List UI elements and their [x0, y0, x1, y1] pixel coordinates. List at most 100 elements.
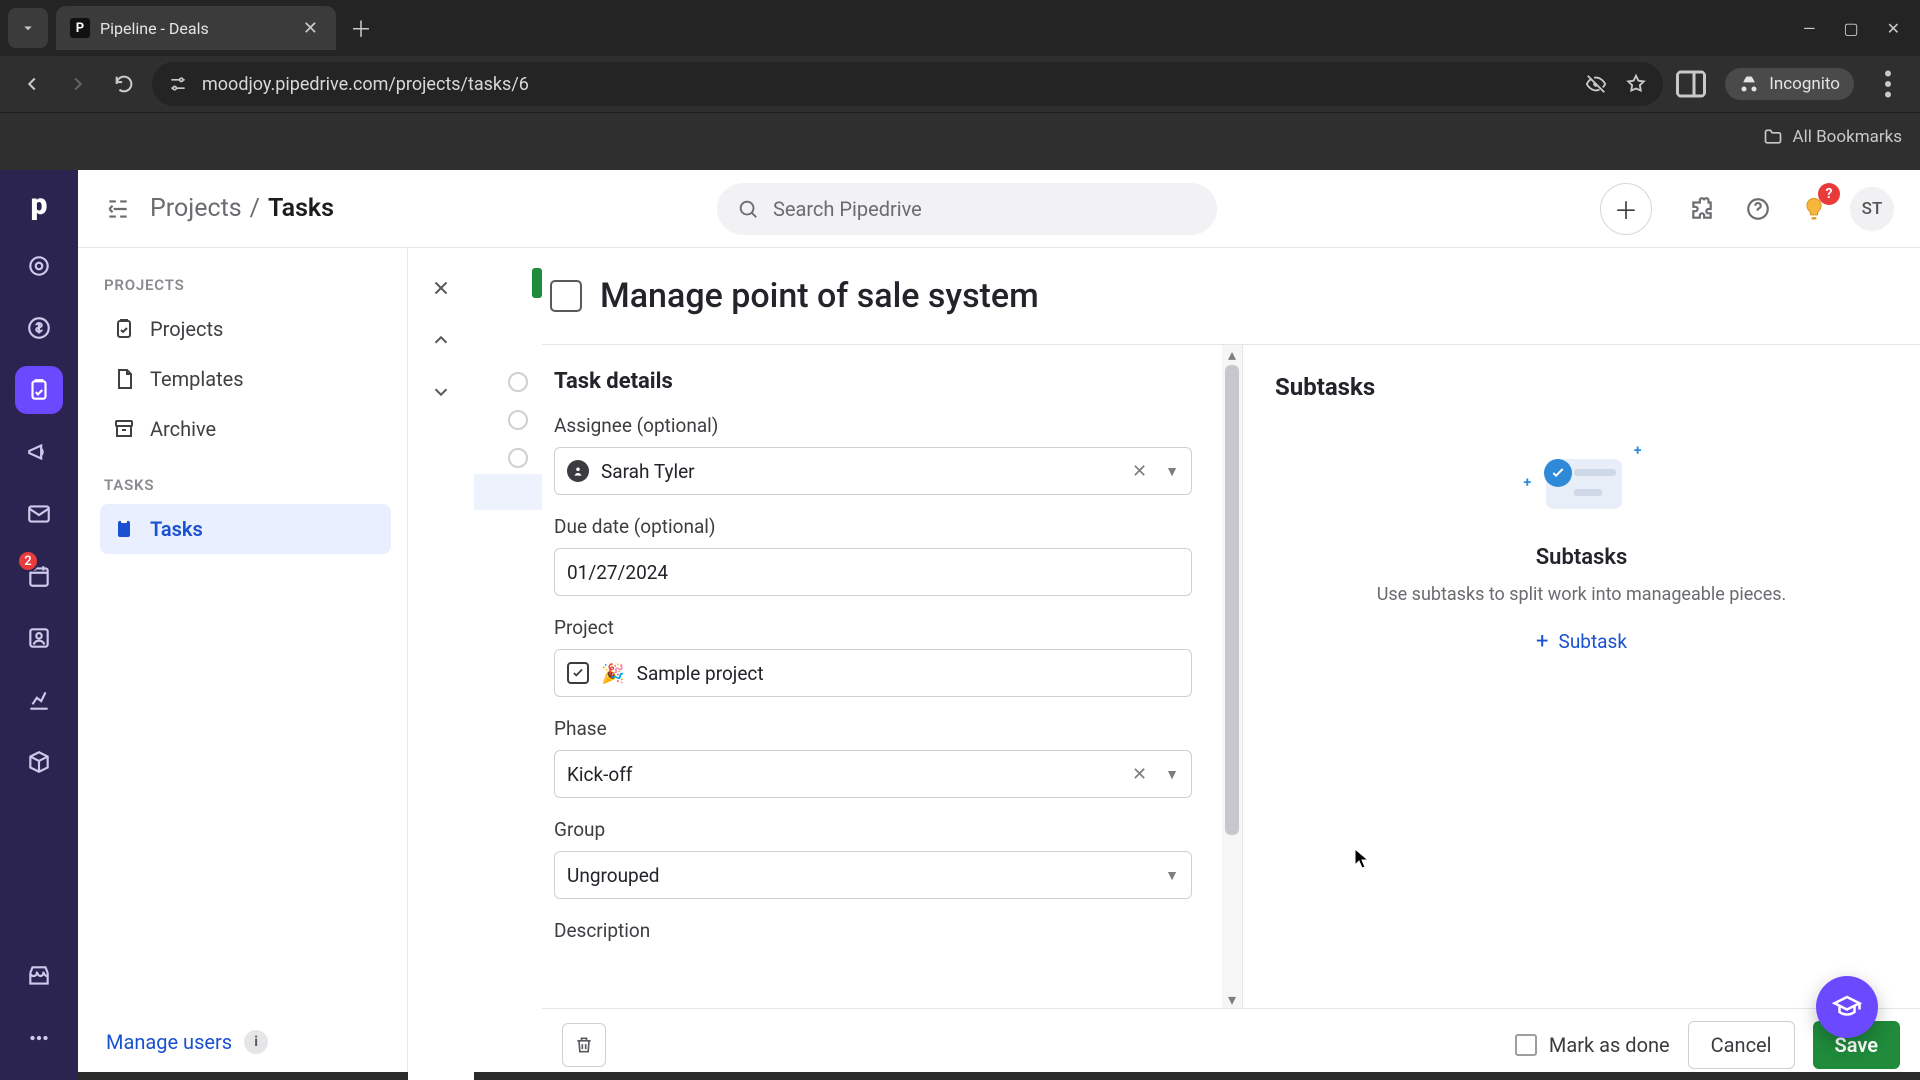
- sidebar-item-archive[interactable]: Archive: [100, 404, 391, 454]
- chart-icon: [26, 687, 52, 713]
- rail-item-campaigns[interactable]: [15, 428, 63, 476]
- manage-users-link[interactable]: Manage users: [106, 1030, 232, 1054]
- nav-forward-button[interactable]: [60, 66, 96, 102]
- sidebar-item-tasks[interactable]: Tasks: [100, 504, 391, 554]
- close-icon: [430, 277, 452, 299]
- incognito-label: Incognito: [1769, 74, 1840, 94]
- chevron-down-icon[interactable]: ▼: [1165, 766, 1179, 783]
- panel-close-button[interactable]: [419, 266, 463, 310]
- task-panel: Manage point of sale system Task details…: [408, 248, 1920, 1080]
- window-maximize-icon[interactable]: ▢: [1843, 19, 1858, 38]
- task-complete-checkbox[interactable]: [550, 280, 582, 312]
- bookmark-star-icon[interactable]: [1625, 73, 1647, 95]
- url-text: moodjoy.pipedrive.com/projects/tasks/6: [202, 74, 529, 95]
- window-close-icon[interactable]: ✕: [1887, 19, 1900, 38]
- rail-item-insights[interactable]: [15, 676, 63, 724]
- site-settings-icon[interactable]: [168, 74, 188, 94]
- description-label: Description: [554, 919, 1192, 942]
- rail-item-marketplace[interactable]: [15, 952, 63, 1000]
- app-logo[interactable]: p: [15, 180, 63, 228]
- chevron-down-icon[interactable]: ▼: [1165, 463, 1179, 480]
- rail-item-mail[interactable]: [15, 490, 63, 538]
- group-select[interactable]: Ungrouped ▼: [554, 851, 1192, 899]
- due-date-value[interactable]: [567, 561, 1179, 584]
- new-tab-button[interactable]: ＋: [336, 12, 386, 44]
- tab-search-dropdown[interactable]: [8, 8, 48, 48]
- info-icon[interactable]: i: [244, 1030, 268, 1054]
- tab-favicon: P: [70, 18, 90, 38]
- sidebar-item-templates[interactable]: Templates: [100, 354, 391, 404]
- panel-header: Manage point of sale system: [542, 248, 1920, 345]
- clear-assignee-button[interactable]: ✕: [1126, 461, 1153, 482]
- browser-menu-icon[interactable]: [1870, 66, 1906, 102]
- eye-off-icon[interactable]: [1585, 73, 1607, 95]
- task-details-scroll[interactable]: Task details Assignee (optional) Sarah T…: [542, 345, 1222, 1008]
- more-icon: [26, 1025, 52, 1051]
- rail-item-calendar[interactable]: 2: [15, 552, 63, 600]
- extensions-button[interactable]: [1682, 189, 1722, 229]
- incognito-indicator[interactable]: Incognito: [1725, 68, 1854, 100]
- rail-item-deals[interactable]: [15, 304, 63, 352]
- help-button[interactable]: [1738, 189, 1778, 229]
- user-avatar[interactable]: ST: [1850, 187, 1894, 231]
- window-controls: — ▢ ✕: [1803, 19, 1912, 38]
- subtasks-illustration: + +: [1522, 431, 1642, 531]
- nav-back-button[interactable]: [14, 66, 50, 102]
- field-due-date: Due date (optional): [554, 515, 1192, 596]
- all-bookmarks-label[interactable]: All Bookmarks: [1793, 127, 1902, 147]
- breadcrumb-root[interactable]: Projects: [150, 194, 242, 223]
- contacts-icon: [26, 625, 52, 651]
- scrollbar-up-arrow[interactable]: ▴: [1226, 347, 1238, 361]
- search-placeholder: Search Pipedrive: [773, 197, 922, 221]
- task-title[interactable]: Manage point of sale system: [600, 276, 1039, 316]
- background-task-list: [474, 248, 542, 1080]
- due-date-input[interactable]: [554, 548, 1192, 596]
- panel-prev-button[interactable]: [419, 318, 463, 362]
- phase-select[interactable]: Kick-off ✕ ▼: [554, 750, 1192, 798]
- breadcrumb-separator: /: [250, 194, 260, 223]
- due-date-label: Due date (optional): [554, 515, 1192, 538]
- field-phase: Phase Kick-off ✕ ▼: [554, 717, 1192, 798]
- topbar: Projects / Tasks Search Pipedrive ＋: [78, 170, 1920, 248]
- task-details-heading: Task details: [554, 369, 1192, 394]
- sparkle-icon: +: [1524, 475, 1532, 491]
- tab-close-icon[interactable]: ✕: [299, 18, 322, 39]
- rail-item-products[interactable]: [15, 738, 63, 786]
- group-value: Ungrouped: [567, 864, 660, 887]
- scrollbar-down-arrow[interactable]: ▾: [1226, 992, 1238, 1006]
- sales-assistant-button[interactable]: ?: [1794, 189, 1834, 229]
- field-group: Group Ungrouped ▼: [554, 818, 1192, 899]
- browser-tab[interactable]: P Pipeline - Deals ✕: [56, 6, 336, 50]
- puzzle-icon: [1689, 196, 1715, 222]
- add-subtask-button[interactable]: + Subtask: [1536, 629, 1627, 654]
- side-panel-icon[interactable]: [1673, 66, 1709, 102]
- project-select[interactable]: 🎉 Sample project: [554, 649, 1192, 697]
- add-subtask-label: Subtask: [1559, 630, 1627, 653]
- help-fab[interactable]: [1816, 976, 1878, 1038]
- mark-as-done-checkbox[interactable]: Mark as done: [1515, 1033, 1670, 1057]
- ghost-task-checkbox: [508, 410, 528, 430]
- clipboard-icon: [26, 377, 52, 403]
- chevron-down-icon[interactable]: ▼: [1165, 867, 1179, 884]
- global-search[interactable]: Search Pipedrive: [717, 183, 1217, 235]
- panel-next-button[interactable]: [419, 370, 463, 414]
- sidebar-toggle-button[interactable]: [104, 195, 132, 223]
- sidebar-item-projects[interactable]: Projects: [100, 304, 391, 354]
- subtasks-empty-state: + + Subtasks: [1275, 431, 1888, 654]
- rail-item-more[interactable]: [15, 1014, 63, 1062]
- clear-phase-button[interactable]: ✕: [1126, 764, 1153, 785]
- breadcrumb: Projects / Tasks: [150, 194, 334, 223]
- details-scrollbar[interactable]: ▴ ▾: [1222, 345, 1242, 1008]
- app-root: p 2: [0, 170, 1920, 1080]
- rail-item-home[interactable]: [15, 242, 63, 290]
- quick-add-button[interactable]: ＋: [1600, 183, 1652, 235]
- delete-task-button[interactable]: [562, 1023, 606, 1067]
- scrollbar-thumb[interactable]: [1225, 365, 1239, 835]
- window-minimize-icon[interactable]: —: [1803, 19, 1816, 38]
- cancel-button[interactable]: Cancel: [1688, 1021, 1795, 1069]
- rail-item-projects[interactable]: [15, 366, 63, 414]
- assignee-select[interactable]: Sarah Tyler ✕ ▼: [554, 447, 1192, 495]
- nav-reload-button[interactable]: [106, 66, 142, 102]
- rail-item-contacts[interactable]: [15, 614, 63, 662]
- url-field[interactable]: moodjoy.pipedrive.com/projects/tasks/6: [152, 62, 1663, 106]
